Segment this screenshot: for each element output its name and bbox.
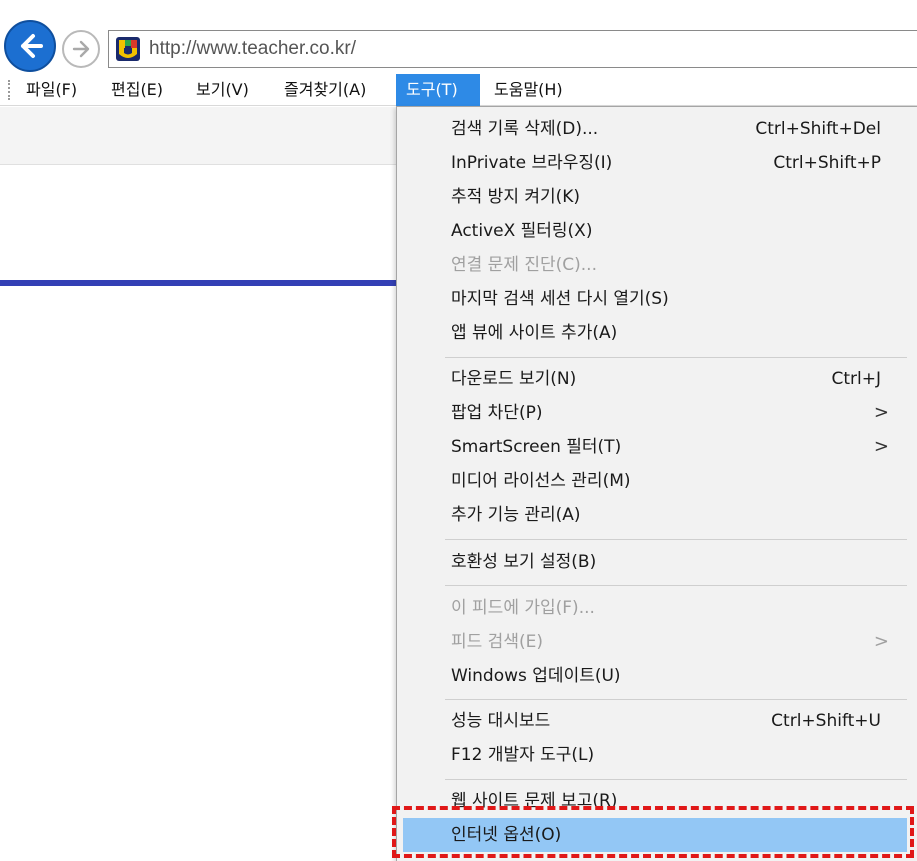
menu-separator bbox=[445, 357, 907, 358]
menu-item-activex-filtering[interactable]: ActiveX 필터링(X) bbox=[397, 214, 911, 248]
menu-bar: 파일(F) 편집(E) 보기(V) 즐겨찾기(A) 도구(T) 도움말(H) bbox=[0, 74, 917, 106]
menu-favorites[interactable]: 즐겨찾기(A) bbox=[274, 74, 376, 106]
menu-item-manage-addons[interactable]: 추가 기능 관리(A) bbox=[397, 498, 911, 532]
menubar-grip[interactable] bbox=[8, 80, 10, 100]
menu-item-windows-update[interactable]: Windows 업데이트(U) bbox=[397, 659, 911, 693]
menu-item-tracking-protection[interactable]: 추적 방지 켜기(K) bbox=[397, 180, 911, 214]
address-bar[interactable]: http://www.teacher.co.kr/ bbox=[108, 30, 917, 68]
menu-separator bbox=[445, 585, 907, 586]
forward-arrow-icon bbox=[72, 40, 90, 58]
back-button[interactable] bbox=[4, 20, 56, 72]
menu-help[interactable]: 도움말(H) bbox=[484, 74, 573, 106]
menu-item-diagnose-connection: 연결 문제 진단(C)... bbox=[451, 255, 597, 275]
menu-item-compatibility-view[interactable]: 호환성 보기 설정(B) bbox=[397, 545, 911, 579]
menu-separator bbox=[445, 779, 907, 780]
address-url[interactable]: http://www.teacher.co.kr/ bbox=[149, 38, 356, 60]
submenu-arrow-icon: > bbox=[873, 402, 889, 423]
menu-item-view-downloads[interactable]: 다운로드 보기(N) Ctrl+J bbox=[397, 362, 911, 396]
forward-button[interactable] bbox=[62, 30, 100, 68]
menu-view[interactable]: 보기(V) bbox=[186, 74, 259, 106]
menu-item-add-site-to-apps[interactable]: 앱 뷰에 사이트 추가(A) bbox=[397, 316, 911, 350]
menu-edit[interactable]: 편집(E) bbox=[101, 74, 173, 106]
menu-item-inprivate[interactable]: InPrivate 브라우징(I) Ctrl+Shift+P bbox=[397, 146, 911, 180]
menu-separator bbox=[445, 539, 907, 540]
tools-dropdown-menu: 검색 기록 삭제(D)... Ctrl+Shift+Del InPrivate … bbox=[396, 106, 917, 861]
menu-item-subscribe-feed: 이 피드에 가입(F)... bbox=[451, 598, 595, 618]
submenu-arrow-icon: > bbox=[873, 631, 889, 652]
menu-item-f12-devtools[interactable]: F12 개발자 도구(L) bbox=[397, 738, 911, 772]
menu-item-reopen-session[interactable]: 마지막 검색 세션 다시 열기(S) bbox=[397, 282, 911, 316]
submenu-arrow-icon: > bbox=[873, 436, 889, 457]
annotation-highlight-box bbox=[392, 806, 914, 858]
menu-item-feed-discovery: 피드 검색(E) > bbox=[397, 625, 911, 659]
page-accent-line bbox=[0, 280, 400, 286]
menu-item-smartscreen[interactable]: SmartScreen 필터(T) > bbox=[397, 430, 911, 464]
back-arrow-icon bbox=[21, 34, 43, 58]
menu-item-performance-dashboard[interactable]: 성능 대시보드 Ctrl+Shift+U bbox=[397, 704, 911, 738]
teacher-site-favicon bbox=[116, 37, 140, 61]
menu-separator bbox=[445, 699, 907, 700]
menu-item-media-licenses[interactable]: 미디어 라이선스 관리(M) bbox=[397, 464, 911, 498]
menu-item-popup-blocker[interactable]: 팝업 차단(P) > bbox=[397, 396, 911, 430]
menu-file[interactable]: 파일(F) bbox=[16, 74, 87, 106]
navigation-bar: http://www.teacher.co.kr/ bbox=[0, 0, 917, 74]
menu-tools[interactable]: 도구(T) bbox=[396, 74, 480, 106]
menu-item-delete-history[interactable]: 검색 기록 삭제(D)... Ctrl+Shift+Del bbox=[397, 112, 911, 146]
